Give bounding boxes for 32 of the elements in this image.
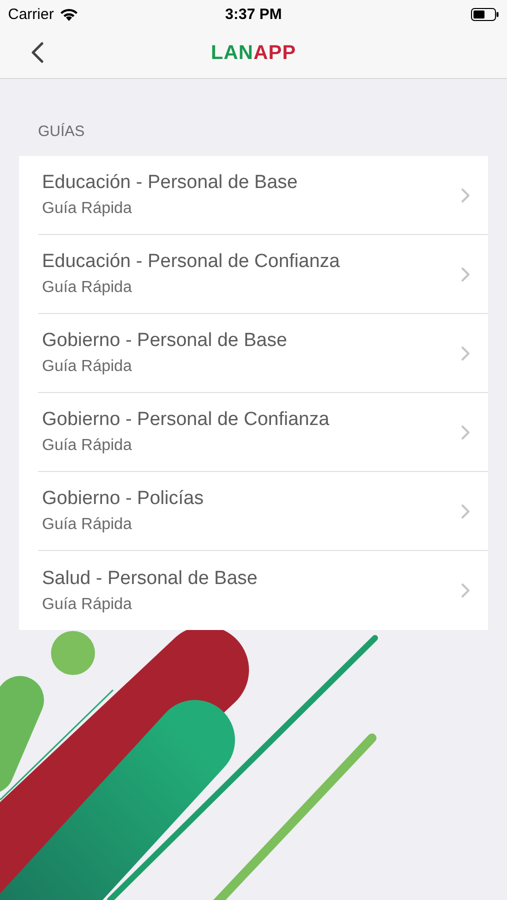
chevron-icon [461, 583, 470, 598]
section-header: GUÍAS [37, 122, 86, 142]
chevron-icon [461, 346, 470, 360]
guide-title: Gobierno - Policías [42, 488, 205, 510]
app-logo-text: LAN [210, 42, 254, 64]
chevron-icon [461, 188, 470, 202]
guide-subtitle: Guía Rápida [42, 358, 133, 376]
guide-list-item[interactable]: Salud - Personal de Base Guía Rápida [38, 551, 488, 630]
guide-subtitle: Guía Rápida [42, 596, 133, 614]
chevron-icon [461, 504, 470, 518]
guide-subtitle: Guía Rápida [42, 516, 133, 534]
guide-list-item[interactable]: Gobierno - Policías Guía Rápida [38, 472, 488, 551]
chevron-icon [461, 266, 470, 282]
guide-subtitle: Guía Rápida [42, 437, 133, 455]
chevron-icon [461, 424, 470, 440]
guide-list-item[interactable]: Gobierno - Personal de Base Guía Rápida [38, 314, 488, 393]
app-logo-text: APP [253, 42, 296, 64]
carrier-name: Carrier [8, 6, 54, 22]
guide-list-item[interactable]: Educación - Personal de Base Guía Rápida [38, 156, 488, 235]
guide-subtitle: Guía Rápida [42, 200, 133, 218]
guide-list-item[interactable]: Gobierno - Personal de Confianza Guía Rápida [38, 393, 488, 472]
clock-time: 3:37 PM [225, 6, 282, 22]
battery-icon [471, 8, 499, 20]
back-chevron-icon[interactable] [31, 42, 44, 63]
guide-title: Gobierno - Personal de Confianza [42, 409, 330, 431]
wifi-icon [60, 8, 78, 20]
guide-title: Educación - Personal de Base [42, 172, 299, 194]
guide-subtitle: Guía Rápida [42, 279, 133, 297]
guide-title: Salud - Personal de Base [42, 568, 258, 590]
guide-title: Gobierno - Personal de Base [42, 330, 288, 352]
guide-title: Educación - Personal de Confianza [42, 251, 341, 273]
guide-list-item[interactable]: Educación - Personal de Confianza Guía Rápida [38, 235, 488, 314]
